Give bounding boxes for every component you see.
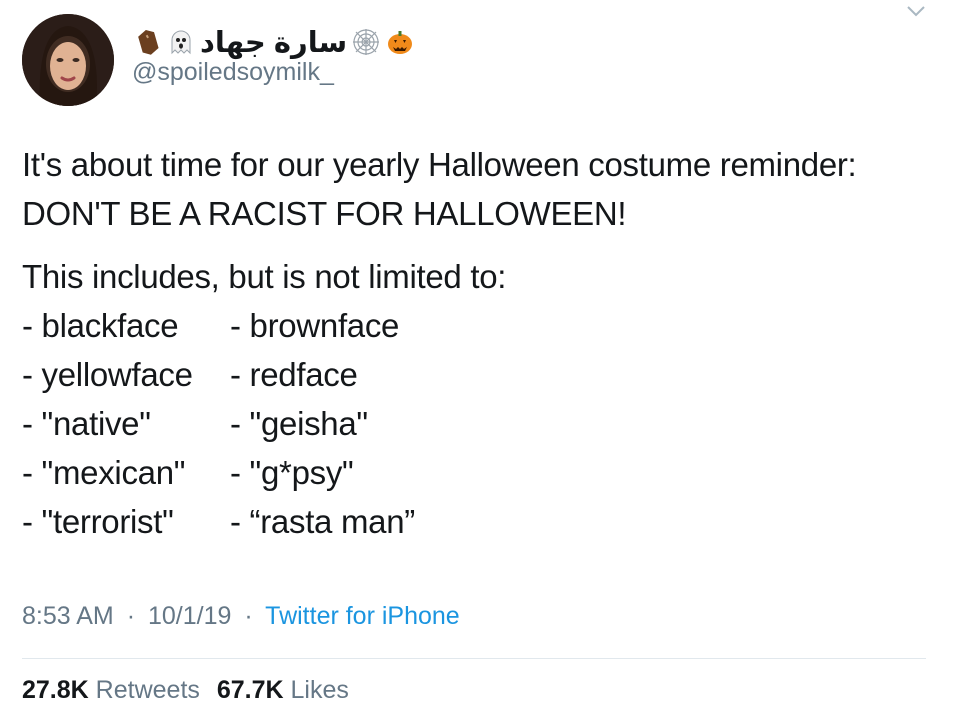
meta-separator: · [244, 602, 253, 630]
list-item: - “rasta man” [230, 503, 415, 540]
retweets-stat[interactable]: 27.8K Retweets [22, 676, 200, 704]
tweet-date[interactable]: 10/1/19 [148, 602, 231, 630]
list-item: - "native" [22, 405, 151, 442]
list-row: - yellowface - redface [22, 350, 922, 399]
tweet-text: It's about time for our yearly Halloween… [22, 140, 922, 546]
list-item: - "terrorist" [22, 503, 174, 540]
pumpkin-icon [388, 31, 413, 54]
tweet-meta: 8:53 AM · 10/1/19 · Twitter for iPhone [22, 602, 460, 631]
tweet-line: DON'T BE A RACIST FOR HALLOWEEN! [22, 195, 627, 232]
retweets-count: 27.8K [22, 676, 89, 704]
list-item: - blackface [22, 307, 179, 344]
list-row: - "native" - "geisha" [22, 399, 922, 448]
tweet-source-link[interactable]: Twitter for iPhone [265, 602, 460, 630]
avatar-image [22, 14, 114, 106]
tweet-stats: 27.8K Retweets 67.7K Likes [22, 676, 359, 705]
list-item: - "mexican" [22, 454, 186, 491]
display-name: سارة جهاد [200, 26, 348, 59]
retweets-label: Retweets [95, 676, 200, 704]
display-name-row[interactable]: سارة جهاد [132, 22, 415, 62]
list-item: - "geisha" [230, 405, 368, 442]
likes-count: 67.7K [216, 676, 284, 704]
list-item: - yellowface [22, 356, 193, 393]
list-item: - "g*psy" [230, 454, 354, 491]
tweet-time[interactable]: 8:53 AM [22, 602, 114, 630]
list-row: - "mexican" - "g*psy" [22, 448, 922, 497]
user-handle[interactable]: @spoiledsoymilk_ [132, 58, 334, 87]
spiderweb-icon [353, 29, 380, 55]
tweet-line: It's about time for our yearly Halloween… [22, 146, 857, 183]
coffin-icon [138, 29, 159, 55]
likes-stat[interactable]: 67.7K Likes [217, 676, 349, 704]
list-row: - "terrorist" - “rasta man” [22, 497, 922, 546]
list-item: - redface [230, 356, 358, 393]
list-row: - blackface - brownface [22, 301, 922, 350]
list-item: - brownface [230, 307, 400, 344]
ghost-icon [171, 30, 191, 55]
likes-label: Likes [290, 676, 349, 704]
divider [22, 658, 926, 659]
avatar[interactable] [22, 14, 114, 106]
tweet-intro: This includes, but is not limited to: [22, 258, 507, 295]
chevron-down-icon[interactable] [904, 2, 928, 20]
meta-separator: · [126, 602, 136, 630]
